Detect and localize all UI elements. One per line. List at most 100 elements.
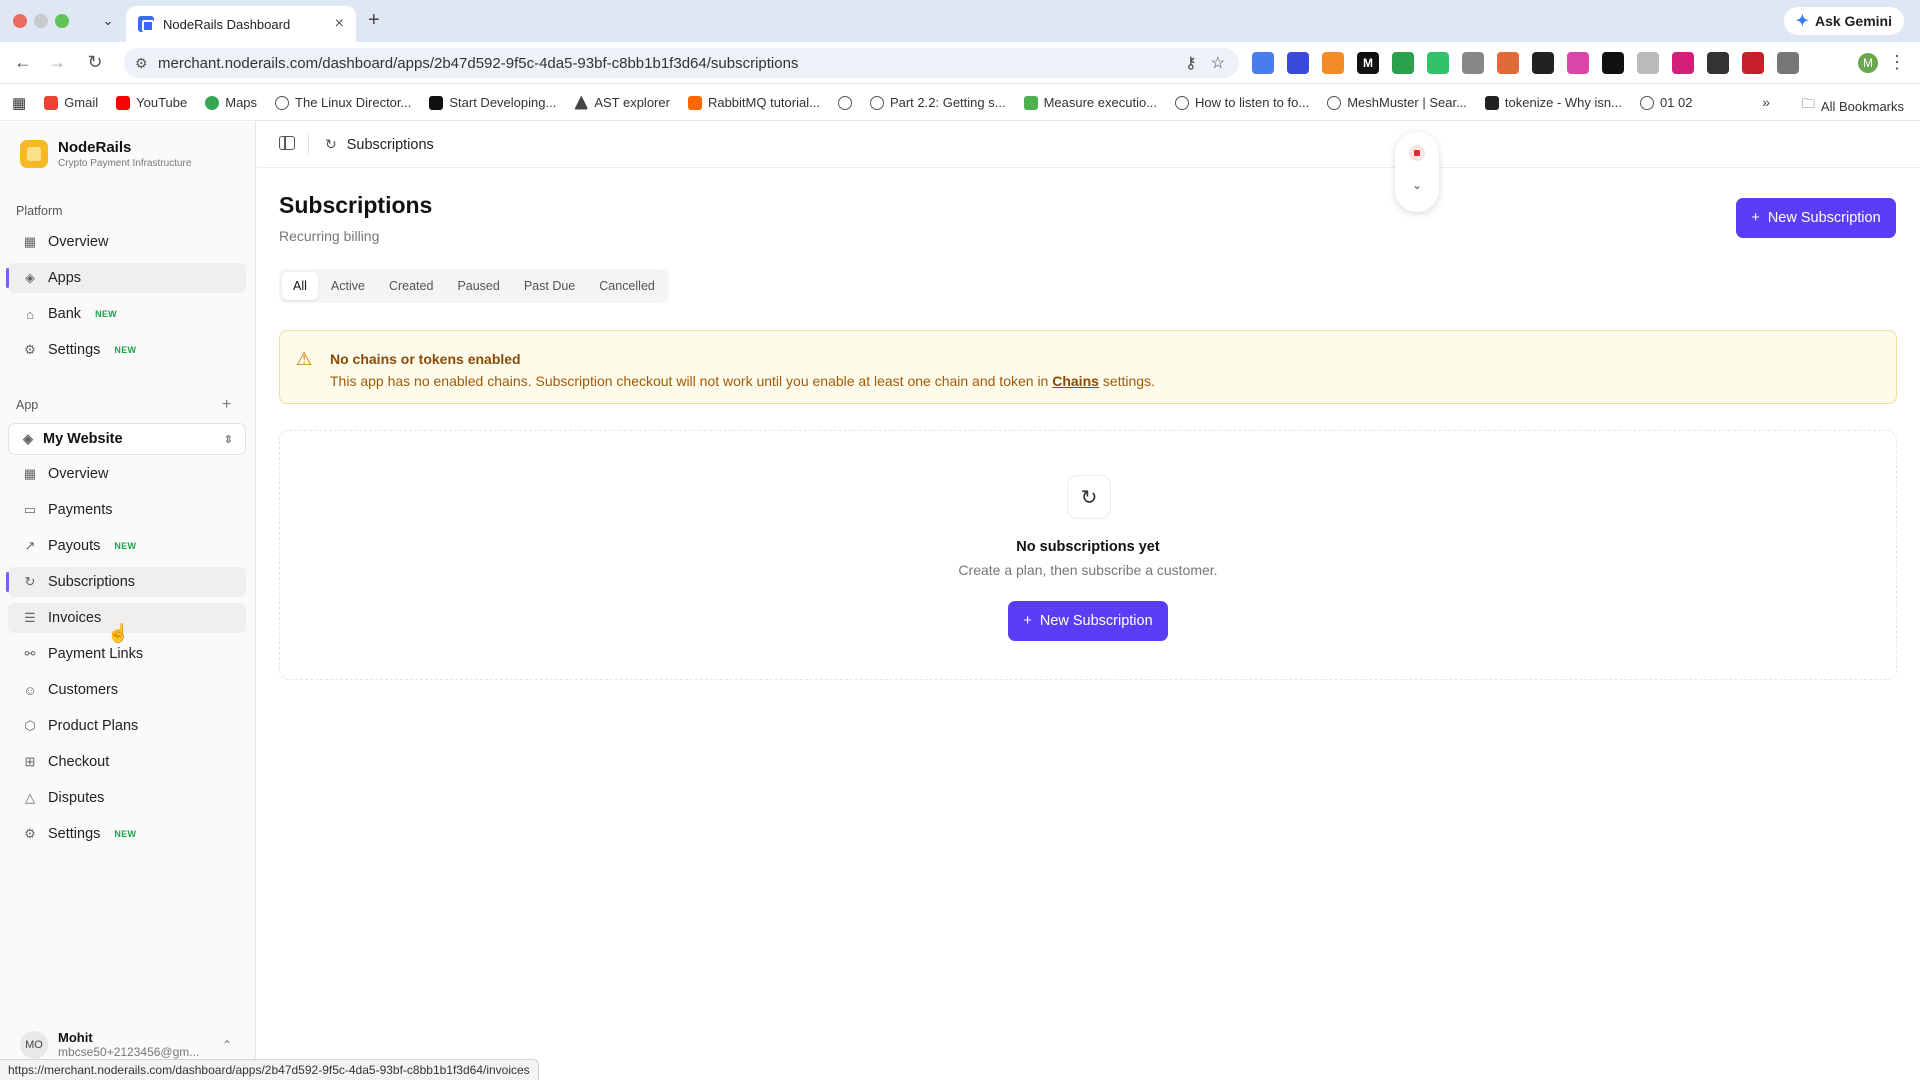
- password-key-icon[interactable]: ⚷: [1185, 53, 1197, 73]
- sidebar-item-payments[interactable]: ▭ Payments: [8, 495, 246, 525]
- new-badge: NEW: [95, 309, 117, 319]
- browser-tab[interactable]: NodeRails Dashboard ×: [126, 6, 356, 42]
- sidebar-item-disputes[interactable]: △ Disputes: [8, 783, 246, 813]
- chains-settings-link[interactable]: Chains: [1052, 373, 1099, 389]
- tab-all[interactable]: All: [282, 272, 318, 300]
- medium-icon[interactable]: M: [1357, 52, 1379, 74]
- puzzle-icon[interactable]: [1777, 52, 1799, 74]
- back-button[interactable]: ←: [12, 52, 34, 73]
- all-bookmarks-button[interactable]: 🗀 All Bookmarks: [1802, 95, 1904, 117]
- screen-recorder-widget[interactable]: ⌄: [1395, 132, 1439, 212]
- bookmark-gmail[interactable]: Gmail: [44, 95, 98, 110]
- brand[interactable]: NodeRails Crypto Payment Infrastructure: [20, 139, 191, 169]
- extension-icon[interactable]: [1637, 52, 1659, 74]
- extension-icon[interactable]: [1602, 52, 1624, 74]
- browser-menu-icon[interactable]: ⋮: [1888, 52, 1906, 73]
- forward-button[interactable]: →: [46, 52, 68, 73]
- bookmark-star-icon[interactable]: ☆: [1211, 53, 1225, 73]
- tab-past-due[interactable]: Past Due: [513, 272, 586, 300]
- extension-icon[interactable]: [1567, 52, 1589, 74]
- bookmarks-bar: ▦ Gmail YouTube Maps The Linux Director.…: [0, 85, 1920, 121]
- maximize-window-button[interactable]: [55, 14, 69, 28]
- sidebar-item-platform-overview[interactable]: ▦ Overview: [8, 227, 246, 257]
- bookmark-part-2-2[interactable]: Part 2.2: Getting s...: [869, 95, 1006, 110]
- tab-created[interactable]: Created: [378, 272, 444, 300]
- close-tab-button[interactable]: ×: [335, 15, 344, 33]
- sidebar-item-apps[interactable]: ◈ Apps: [6, 263, 246, 293]
- bookmark-measure-execution[interactable]: Measure executio...: [1023, 95, 1157, 110]
- app-selector[interactable]: ◈ My Website ⇕: [8, 423, 246, 455]
- sidebar-item-checkout[interactable]: ⊞ Checkout: [8, 747, 246, 777]
- folder-icon: 🗀: [1801, 96, 1815, 111]
- bookmark-tokenize[interactable]: tokenize - Why isn...: [1484, 95, 1622, 110]
- extension-icon[interactable]: [1287, 52, 1309, 74]
- extension-icon[interactable]: [1532, 52, 1554, 74]
- tab-title: NodeRails Dashboard: [163, 16, 291, 32]
- sidebar-item-app-settings[interactable]: ⚙ Settings NEW: [8, 819, 246, 849]
- profile-avatar[interactable]: M: [1858, 53, 1878, 73]
- bookmark-maps[interactable]: Maps: [205, 95, 257, 110]
- extension-icon[interactable]: [1672, 52, 1694, 74]
- bookmark-ast-explorer[interactable]: AST explorer: [574, 95, 670, 110]
- tab-paused[interactable]: Paused: [446, 272, 510, 300]
- sidebar-toggle-icon[interactable]: [279, 136, 295, 150]
- receipt-icon: ☰: [24, 610, 36, 625]
- grid-icon: ▦: [23, 234, 37, 249]
- bookmark-globe[interactable]: [837, 95, 852, 110]
- sidebar-item-product-plans[interactable]: ⬡ Product Plans: [8, 711, 246, 741]
- chevron-up-icon[interactable]: ⌃: [222, 1038, 232, 1052]
- ask-gemini-button[interactable]: ✦ Ask Gemini: [1783, 7, 1904, 35]
- new-tab-button[interactable]: +: [368, 9, 380, 32]
- bookmark-start-developing[interactable]: Start Developing...: [429, 95, 556, 110]
- bookmark-rabbitmq[interactable]: RabbitMQ tutorial...: [687, 95, 820, 110]
- breadcrumb-current: Subscriptions: [346, 136, 434, 153]
- sidebar-item-platform-settings[interactable]: ⚙ Settings NEW: [8, 335, 246, 365]
- brand-name: NodeRails: [58, 139, 132, 156]
- address-url: merchant.noderails.com/dashboard/apps/2b…: [158, 54, 799, 72]
- sidebar-item-app-overview[interactable]: ▦ Overview: [8, 459, 246, 489]
- bookmark-linux-directory[interactable]: The Linux Director...: [275, 95, 411, 110]
- arrow-up-right-icon: ↗: [24, 538, 36, 553]
- new-badge: NEW: [114, 345, 137, 355]
- bookmarks-overflow-button[interactable]: »: [1762, 94, 1770, 110]
- sidebar-item-payouts[interactable]: ↗ Payouts NEW: [8, 531, 246, 561]
- chevron-down-icon[interactable]: ⌄: [1395, 178, 1439, 192]
- metamask-icon[interactable]: [1322, 52, 1344, 74]
- extension-icon[interactable]: [1427, 52, 1449, 74]
- user-name: Mohit: [58, 1030, 93, 1045]
- bookmark-meshmuster[interactable]: MeshMuster | Sear...: [1327, 95, 1467, 110]
- close-window-button[interactable]: [13, 14, 27, 28]
- sidebar-item-subscriptions[interactable]: ↻ Subscriptions: [6, 567, 246, 597]
- noderails-logo: [20, 140, 48, 168]
- download-icon[interactable]: [1392, 52, 1414, 74]
- tab-cancelled[interactable]: Cancelled: [588, 272, 666, 300]
- address-bar[interactable]: ⚙ merchant.noderails.com/dashboard/apps/…: [124, 48, 1239, 78]
- extension-icon[interactable]: [1462, 52, 1484, 74]
- cart-icon: ⊞: [24, 754, 36, 769]
- sidebar-item-customers[interactable]: ☺ Customers: [8, 675, 246, 705]
- extension-icon[interactable]: [1742, 52, 1764, 74]
- extension-icon[interactable]: [1252, 52, 1274, 74]
- minimize-window-button[interactable]: [34, 14, 48, 28]
- empty-state: ↻ No subscriptions yet Create a plan, th…: [279, 430, 1897, 680]
- reload-button[interactable]: ↻: [84, 52, 106, 73]
- site-info-icon[interactable]: ⚙: [135, 55, 148, 72]
- extension-icon[interactable]: [1497, 52, 1519, 74]
- browser-toolbar: ← → ↻ ⚙ merchant.noderails.com/dashboard…: [0, 42, 1920, 84]
- extension-icon[interactable]: [1707, 52, 1729, 74]
- user-menu[interactable]: MO Mohit mbcse50+2123456@gm...: [20, 1030, 199, 1059]
- bookmark-how-to-listen[interactable]: How to listen to fo...: [1175, 95, 1309, 110]
- tab-active[interactable]: Active: [320, 272, 376, 300]
- tab-search-button[interactable]: ⌄: [95, 8, 121, 34]
- new-subscription-button[interactable]: + New Subscription: [1736, 198, 1896, 238]
- empty-new-subscription-button[interactable]: + New Subscription: [1008, 601, 1168, 641]
- layers-icon: ◈: [25, 270, 35, 285]
- sidebar-item-bank[interactable]: ⌂ Bank NEW: [8, 299, 246, 329]
- bookmark-01-02[interactable]: 01 02: [1639, 95, 1693, 110]
- bookmark-youtube[interactable]: YouTube: [116, 95, 187, 110]
- warning-icon: △: [25, 790, 35, 805]
- apps-grid-icon[interactable]: ▦: [12, 94, 26, 112]
- stop-recording-icon[interactable]: [1409, 145, 1425, 161]
- favicon-icon: [138, 16, 154, 32]
- add-app-button[interactable]: +: [222, 396, 231, 414]
